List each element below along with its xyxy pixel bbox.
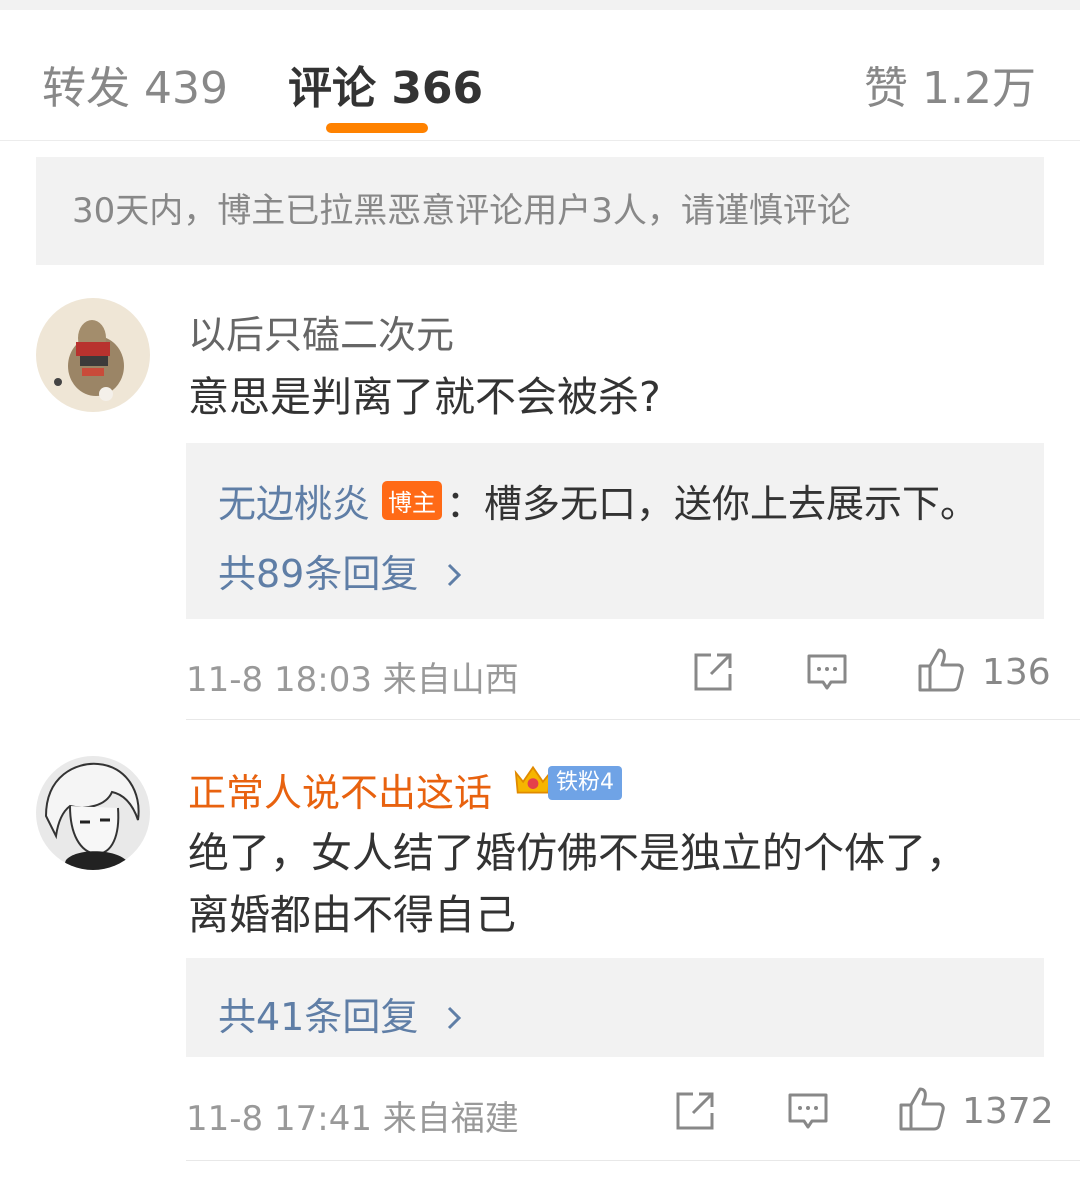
like-count: 1372 bbox=[962, 1091, 1054, 1132]
comment-meta: 11-8 18:03 来自山西 bbox=[186, 660, 519, 700]
comment-icon[interactable] bbox=[805, 650, 849, 694]
chevron-right-icon bbox=[448, 1006, 462, 1030]
reply-count-link[interactable]: 共41条回复 bbox=[218, 986, 462, 1041]
comment-meta: 11-8 17:41 来自福建 bbox=[186, 1099, 519, 1139]
tab-like[interactable]: 赞 1.2万 bbox=[864, 52, 1036, 116]
moderation-notice: 30天内，博主已拉黑恶意评论用户3人，请谨慎评论 bbox=[36, 157, 1044, 265]
like-count: 136 bbox=[982, 652, 1051, 693]
reply-author[interactable]: 无边桃炎 bbox=[218, 482, 370, 526]
featured-reply: 无边桃炎 博主 ：槽多无口，送你上去展示下。 bbox=[218, 473, 978, 528]
reply-text: ：槽多无口，送你上去展示下。 bbox=[446, 482, 979, 526]
comment-text: 绝了，女人结了婚仿佛不是独立的个体了， 离婚都由不得自己 bbox=[188, 822, 967, 946]
comment-icon[interactable] bbox=[786, 1089, 830, 1133]
avatar[interactable] bbox=[36, 298, 150, 412]
tab-comment[interactable]: 评论 366 bbox=[288, 52, 483, 116]
reply-count-link[interactable]: 共89条回复 bbox=[218, 543, 462, 598]
divider bbox=[186, 719, 1080, 720]
reply-count-label: 共41条回复 bbox=[218, 995, 419, 1039]
divider bbox=[186, 1160, 1080, 1161]
comment-text: 意思是判离了就不会被杀? bbox=[188, 373, 661, 421]
tab-bar: 转发 439 评论 366 赞 1.2万 bbox=[0, 10, 1080, 141]
share-icon[interactable] bbox=[691, 650, 735, 694]
tab-repost[interactable]: 转发 439 bbox=[42, 52, 228, 116]
thumbs-up-icon[interactable] bbox=[917, 646, 965, 694]
reply-preview[interactable]: 共41条回复 bbox=[186, 958, 1044, 1057]
comment-username[interactable]: 正常人说不出这话 bbox=[188, 762, 492, 817]
avatar[interactable] bbox=[36, 756, 150, 870]
chevron-right-icon bbox=[448, 563, 462, 587]
comment-username[interactable]: 以后只磕二次元 bbox=[188, 304, 454, 359]
share-icon[interactable] bbox=[673, 1089, 717, 1133]
blogger-tag: 博主 bbox=[382, 481, 443, 520]
active-tab-indicator bbox=[326, 123, 428, 133]
fan-badge: 铁粉4 bbox=[548, 766, 622, 800]
top-strip bbox=[0, 0, 1080, 10]
reply-count-label: 共89条回复 bbox=[218, 552, 419, 596]
reply-preview[interactable]: 无边桃炎 博主 ：槽多无口，送你上去展示下。 共89条回复 bbox=[186, 443, 1044, 619]
thumbs-up-icon[interactable] bbox=[898, 1085, 946, 1133]
comment-text-line: 绝了，女人结了婚仿佛不是独立的个体了， bbox=[188, 829, 967, 877]
comment-text-line: 离婚都由不得自己 bbox=[188, 891, 516, 939]
